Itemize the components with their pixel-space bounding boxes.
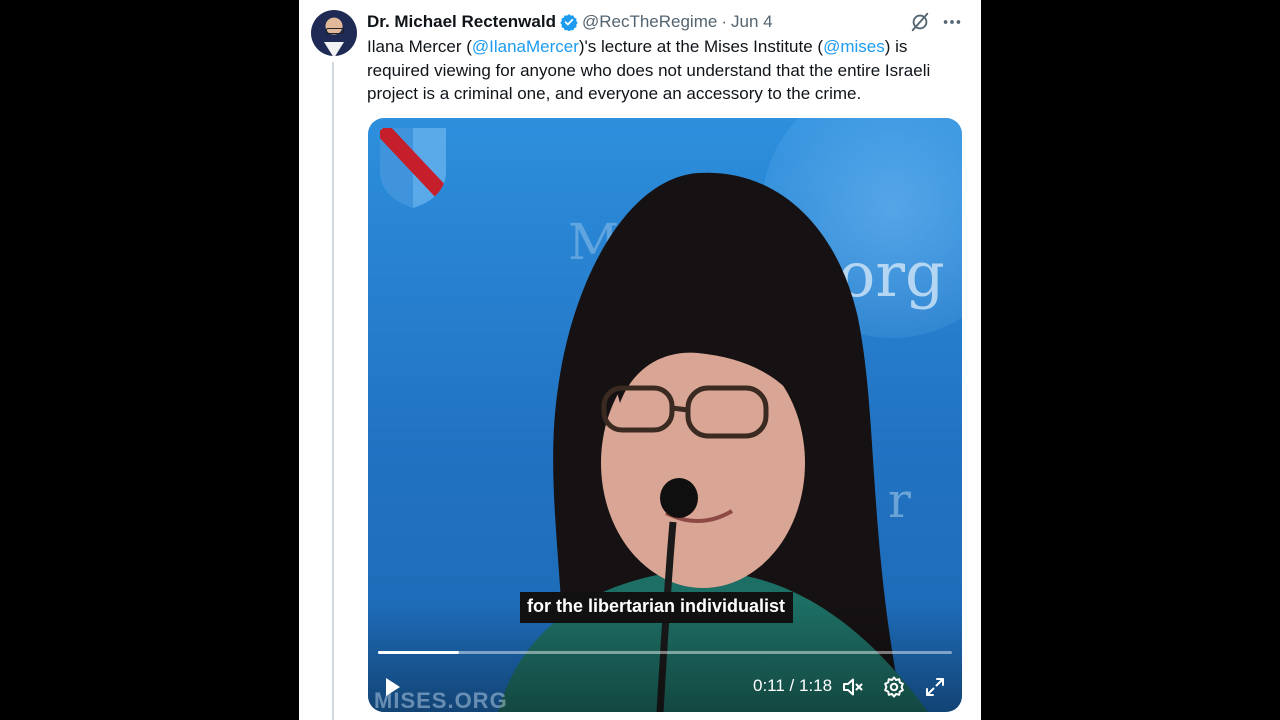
mute-icon[interactable] [841,675,865,699]
tweet-text: Ilana Mercer (@IlanaMercer)'s lecture at… [367,35,967,106]
tweet-text-part: Ilana Mercer ( [367,37,472,56]
video-player[interactable]: M org r MISES.ORG for the libertarian in… [368,118,962,712]
avatar-shirt [324,42,344,56]
progress-fill [378,651,459,654]
mention-mises[interactable]: @mises [823,37,885,56]
separator-dot: · [721,12,727,31]
progress-bar[interactable] [378,651,952,654]
duration: 1:18 [799,676,833,695]
settings-icon[interactable] [882,675,906,699]
video-time: 0:11 / 1:18 [753,676,832,696]
mention-ilanamercer[interactable]: @IlanaMercer [472,37,579,56]
video-caption: for the libertarian individualist [520,592,794,623]
current-time: 0:11 [753,676,785,695]
time-separator: / [784,676,799,695]
more-icon[interactable] [941,11,963,33]
fullscreen-icon[interactable] [923,675,947,699]
play-icon[interactable] [380,675,404,699]
thread-line [332,62,334,720]
author-name[interactable]: Dr. Michael Rectenwald [367,12,556,32]
tweet-text-part: )'s lecture at the Mises Institute ( [578,37,824,56]
avatar-glasses [326,28,344,34]
tweet-date[interactable]: Jun 4 [731,12,773,32]
tweet-header: Dr. Michael Rectenwald @RecTheRegime · J… [367,11,773,33]
author-handle[interactable]: @RecTheRegime [582,12,717,32]
grok-icon[interactable] [909,11,931,33]
verified-badge-icon [560,14,578,31]
avatar[interactable] [311,10,357,56]
tweet-panel: Dr. Michael Rectenwald @RecTheRegime · J… [299,0,981,720]
